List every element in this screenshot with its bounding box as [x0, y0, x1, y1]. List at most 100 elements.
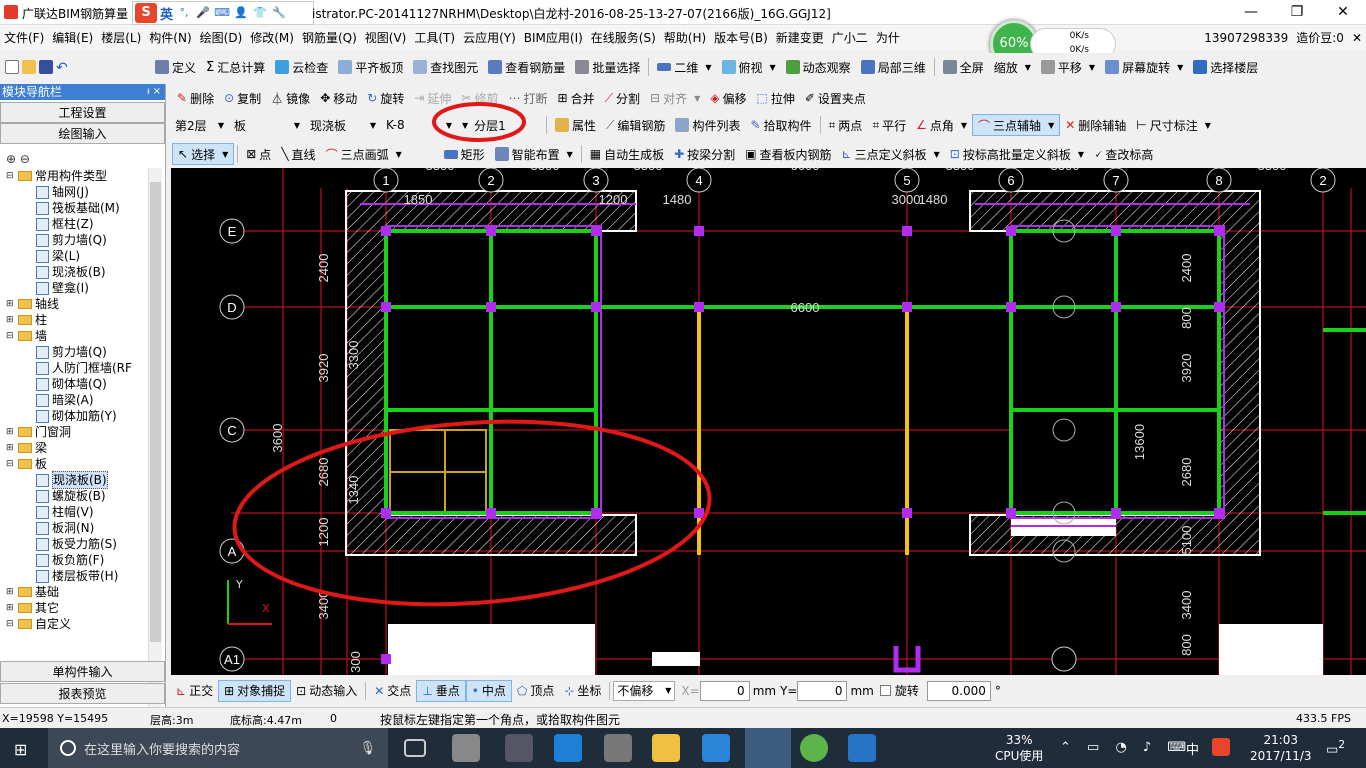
y-input[interactable]: 0: [797, 680, 848, 701]
restore-button[interactable]: ❐: [1274, 0, 1320, 25]
menu-help[interactable]: 帮助(H): [660, 29, 710, 46]
taskbar-search[interactable]: 在这里输入你要搜索的内容 🎙: [48, 728, 388, 768]
rotate-checkbox[interactable]: [879, 685, 891, 696]
app-bird-icon[interactable]: [505, 734, 533, 762]
tree-item[interactable]: 暗梁(A): [0, 392, 148, 408]
view-slab-rebar-button[interactable]: ▣ 查看板内钢筋: [740, 143, 836, 165]
tree-toggle-icon[interactable]: ⊞: [6, 312, 16, 328]
trim-button[interactable]: ✂ 修剪: [456, 87, 503, 109]
move-button[interactable]: ✥ 移动: [315, 87, 362, 109]
menu-edit[interactable]: 编辑(E): [48, 29, 97, 46]
sogou-logo-icon[interactable]: S: [135, 3, 157, 23]
minimize-button[interactable]: —: [1228, 0, 1274, 25]
tree-item[interactable]: 剪力墙(Q): [0, 344, 148, 360]
offset-select[interactable]: 不偏移 ▼: [613, 680, 676, 701]
tree-folder[interactable]: ⊞ 轴线: [0, 296, 148, 312]
fullscreen-button[interactable]: 全屏: [938, 56, 989, 78]
new-file-icon[interactable]: [5, 60, 19, 74]
pick-component-button[interactable]: ✎ 拾取构件: [745, 114, 816, 136]
check-elevation-button[interactable]: 🗸 查改标高: [1089, 143, 1158, 165]
menu-draw[interactable]: 绘图(D): [196, 29, 247, 46]
layer-select[interactable]: ▼ 分层1: [459, 115, 543, 135]
start-windows-icon[interactable]: ⊞: [14, 740, 27, 759]
define-button[interactable]: 定义: [150, 56, 201, 78]
tree-item[interactable]: 人防门框墙(RF: [0, 360, 148, 376]
tree-item[interactable]: 砌体墙(Q): [0, 376, 148, 392]
sogou-tray-icon[interactable]: [1212, 738, 1230, 756]
menu-new-change[interactable]: 新建变更: [772, 29, 828, 46]
tree-folder[interactable]: ⊟ 自定义: [0, 616, 148, 632]
glodon-app-taskbar-button[interactable]: [745, 728, 791, 768]
save-icon[interactable]: [39, 60, 53, 74]
blue-app-icon[interactable]: [848, 734, 876, 762]
category-select[interactable]: 板 ▼: [231, 115, 303, 135]
auto-generate-slab-button[interactable]: ▦ 自动生成板: [585, 143, 669, 165]
menu-close-icon[interactable]: ✕: [1348, 31, 1366, 45]
menu-assistant[interactable]: 广小二: [828, 29, 872, 46]
tree-item[interactable]: 板洞(N): [0, 520, 148, 536]
rotate-input[interactable]: 0.000: [926, 680, 991, 701]
menu-cloud[interactable]: 云应用(Y): [459, 29, 520, 46]
top-view-dropdown[interactable]: 俯视 ▼: [717, 56, 781, 78]
ime-language[interactable]: 英: [160, 4, 173, 23]
single-component-input-button[interactable]: 单构件输入: [0, 661, 165, 682]
menu-version[interactable]: 版本号(B): [710, 29, 772, 46]
menu-tools[interactable]: 工具(T): [410, 29, 459, 46]
set-grip-button[interactable]: ✐ 设置夹点: [800, 87, 871, 109]
tree-item[interactable]: 板受力筋(S): [0, 536, 148, 552]
tree-folder[interactable]: ⊞ 其它: [0, 600, 148, 616]
mirror-button[interactable]: ⏃ 镜像: [266, 87, 315, 109]
break-button[interactable]: ⋯ 打断: [504, 87, 553, 109]
2d-view-dropdown[interactable]: 二维 ▼: [652, 56, 716, 78]
three-point-axis-button[interactable]: ⌒ 三点辅轴 ▼: [972, 114, 1061, 136]
tree-folder[interactable]: ⊞ 基础: [0, 584, 148, 600]
tree-item[interactable]: 砌体加筋(Y): [0, 408, 148, 424]
ortho-button[interactable]: ⊾ 正交: [171, 680, 218, 702]
tree-item[interactable]: 壁龛(I): [0, 280, 148, 296]
tree-folder[interactable]: ⊟ 常用构件类型: [0, 168, 148, 184]
task-view-icon[interactable]: [404, 739, 426, 757]
menu-bim[interactable]: BIM应用(I): [520, 29, 587, 46]
close-button[interactable]: ✕: [1320, 0, 1366, 25]
tree-folder[interactable]: ⊟ 墙: [0, 328, 148, 344]
tree-toggle-icon[interactable]: ⊟: [6, 168, 16, 184]
floor-plan-drawing[interactable]: 1 2 3 4 5 6 7 8 2 E D C A A1 3300 3300 3300 6600 3300 3300 3…: [171, 168, 1366, 675]
tree-folder[interactable]: ⊞ 梁: [0, 440, 148, 456]
tree-vertical-scrollbar[interactable]: [148, 168, 162, 724]
select-floor-button[interactable]: 选择楼层: [1188, 56, 1263, 78]
tree-item[interactable]: 梁(L): [0, 248, 148, 264]
split-by-beam-button[interactable]: ✚ 按梁分割: [669, 143, 740, 165]
menu-view[interactable]: 视图(V): [361, 29, 411, 46]
type-select[interactable]: 现浇板 ▼: [307, 115, 379, 135]
tree-item[interactable]: 剪力墙(Q): [0, 232, 148, 248]
user-icon[interactable]: 👤: [233, 6, 249, 20]
summary-calc-button[interactable]: Σ 汇总计算: [201, 56, 270, 78]
component-name-select[interactable]: K-8 ▼: [383, 115, 455, 135]
store-icon[interactable]: [604, 734, 632, 762]
tree-item[interactable]: 板负筋(F): [0, 552, 148, 568]
line-button[interactable]: ╲ 直线: [276, 143, 320, 165]
intersection-snap-button[interactable]: ✕ 交点: [369, 680, 416, 702]
tree-toggle-icon[interactable]: ⊟: [6, 616, 16, 632]
batch-select-button[interactable]: 批量选择: [570, 56, 645, 78]
tree-folder[interactable]: ⊞ 柱: [0, 312, 148, 328]
tree-item[interactable]: 筏板基础(M): [0, 200, 148, 216]
properties-button[interactable]: 属性: [550, 114, 601, 136]
rectangle-button[interactable]: 矩形: [439, 143, 490, 165]
edit-rebar-button[interactable]: ⟋ 编辑钢筋: [601, 114, 670, 136]
parallel-axis-button[interactable]: ⌗ 平行: [867, 114, 911, 136]
two-point-axis-button[interactable]: ⌗ 两点: [824, 114, 868, 136]
copy-button[interactable]: ⊙ 复制: [219, 87, 266, 109]
menu-file[interactable]: 文件(F): [0, 29, 48, 46]
tree-toggle-icon[interactable]: ⊞: [6, 424, 16, 440]
cost-beans[interactable]: 造价豆:0: [1292, 29, 1348, 46]
microphone-icon[interactable]: 🎤: [195, 6, 211, 20]
perpendicular-snap-button[interactable]: ⊥ 垂点: [416, 679, 466, 702]
tree-item[interactable]: 现浇板(B): [0, 264, 148, 280]
ime-lang-indicator[interactable]: 中: [1186, 739, 1199, 758]
dynamic-observe-button[interactable]: 动态观察: [781, 56, 856, 78]
menu-online[interactable]: 在线服务(S): [587, 29, 660, 46]
file-explorer-icon[interactable]: [652, 734, 680, 762]
tree-toggle-icon[interactable]: ⊞: [6, 296, 16, 312]
drawing-canvas[interactable]: 1 2 3 4 5 6 7 8 2 E D C A A1 3300 3300 3300 6600 3300 3300 3…: [171, 168, 1366, 675]
